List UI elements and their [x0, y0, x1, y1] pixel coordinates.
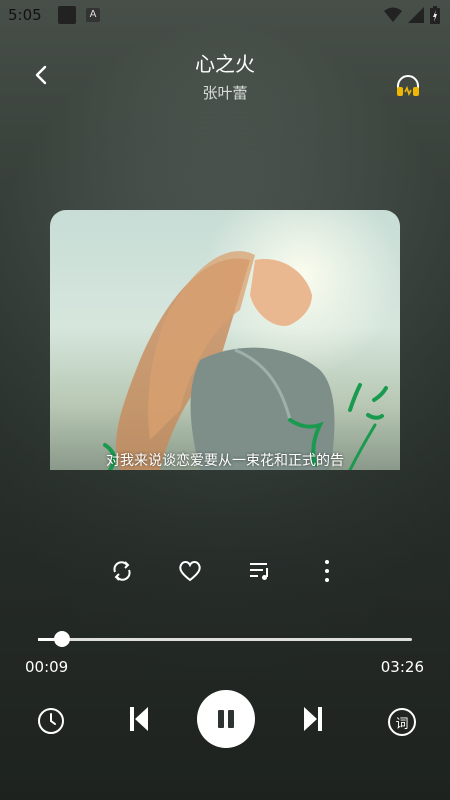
more-vertical-icon	[325, 560, 329, 582]
album-cover[interactable]	[50, 210, 400, 470]
heart-icon	[179, 561, 201, 582]
headphone-icon	[397, 75, 419, 97]
sleep-timer-button[interactable]	[36, 706, 66, 736]
pause-button[interactable]	[197, 690, 255, 748]
playlist-icon	[250, 563, 268, 580]
song-title: 心之火	[195, 52, 255, 76]
wifi-icon	[384, 7, 402, 22]
skip-previous-icon	[130, 707, 148, 731]
repeat-icon	[113, 561, 131, 581]
notification-icon	[58, 6, 76, 24]
repeat-mode-button[interactable]	[107, 556, 137, 586]
playlist-button[interactable]	[245, 556, 275, 586]
pause-icon	[218, 710, 234, 728]
like-button[interactable]	[175, 556, 205, 586]
status-bar: 5:05 A	[0, 0, 450, 30]
next-button[interactable]	[298, 704, 328, 734]
current-time: 00:09	[25, 658, 69, 676]
sound-effect-button[interactable]	[394, 72, 422, 100]
signal-icon	[408, 7, 424, 23]
clock-icon	[38, 708, 64, 734]
artist-name[interactable]: 张叶蕾	[0, 82, 450, 103]
progress-slider[interactable]	[38, 631, 412, 647]
lyrics-button[interactable]: 词	[388, 708, 416, 736]
action-row	[0, 556, 450, 586]
status-time: 5:05	[8, 6, 42, 24]
skip-next-icon	[304, 707, 322, 731]
total-time: 03:26	[380, 658, 424, 676]
app-notification-icon: A	[86, 8, 100, 22]
album-artwork-image	[103, 251, 388, 470]
progress-thumb[interactable]	[53, 631, 70, 647]
status-icons	[384, 5, 440, 25]
current-lyric[interactable]: 对我来说谈恋爱要从一束花和正式的告	[50, 450, 400, 470]
lyrics-label: 词	[395, 716, 409, 732]
previous-button[interactable]	[124, 704, 154, 734]
more-options-button[interactable]	[312, 556, 342, 586]
battery-icon	[430, 6, 440, 24]
